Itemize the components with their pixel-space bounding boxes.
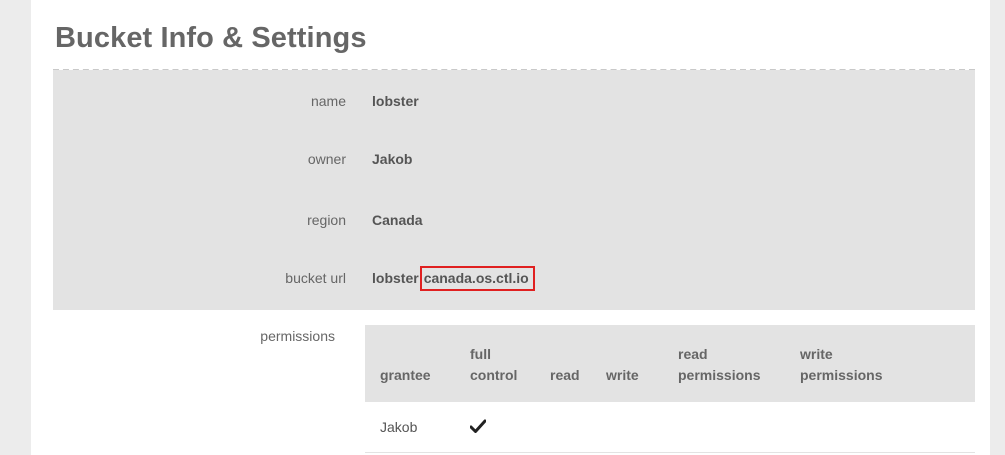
permissions-label: permissions (260, 328, 335, 344)
info-row-owner: owner Jakob (53, 147, 975, 171)
bucket-settings-page: Bucket Info & Settings name lobster owne… (0, 0, 1005, 455)
owner-value: Jakob (372, 151, 413, 167)
column-header-write: write (606, 367, 639, 383)
read-cell (550, 402, 606, 453)
read-permissions-cell (678, 402, 800, 453)
bucket-url-value: lobster canada.os.ctl.io (372, 266, 535, 291)
write-permissions-cell (800, 402, 975, 453)
column-header-read-permissions: read permissions (678, 346, 761, 383)
bucket-url-label: bucket url (285, 270, 346, 286)
grantee-cell: Jakob (380, 419, 418, 435)
column-header-read: read (550, 367, 580, 383)
bucket-url-host-highlight[interactable]: canada.os.ctl.io (419, 266, 535, 291)
permissions-row: Jakob (365, 402, 975, 453)
owner-label: owner (307, 151, 346, 167)
name-label: name (310, 93, 346, 109)
column-header-write-permissions: write permissions (800, 346, 883, 383)
region-label: region (307, 212, 346, 228)
info-row-region: region Canada (53, 208, 975, 232)
bucket-url-prefix: lobster (372, 270, 419, 286)
info-row-name: name lobster (53, 89, 975, 113)
info-row-bucket-url: bucket url lobster canada.os.ctl.io (53, 266, 975, 291)
column-header-grantee: grantee (380, 367, 431, 383)
permissions-header-row: grantee full control read write read permi… (365, 325, 975, 402)
column-header-full-control: full control (470, 346, 518, 383)
bucket-info-panel: name lobster owner Jakob region Canada b… (53, 70, 975, 310)
name-value: lobster (372, 93, 419, 109)
checkmark-icon (470, 419, 486, 433)
right-scroll-strip (990, 0, 1005, 455)
full-control-cell (470, 402, 550, 453)
write-cell (606, 402, 678, 453)
region-value: Canada (372, 212, 423, 228)
permissions-table: grantee full control read write read permi… (365, 325, 975, 453)
left-sidebar-strip (0, 0, 31, 455)
page-title: Bucket Info & Settings (55, 22, 367, 54)
